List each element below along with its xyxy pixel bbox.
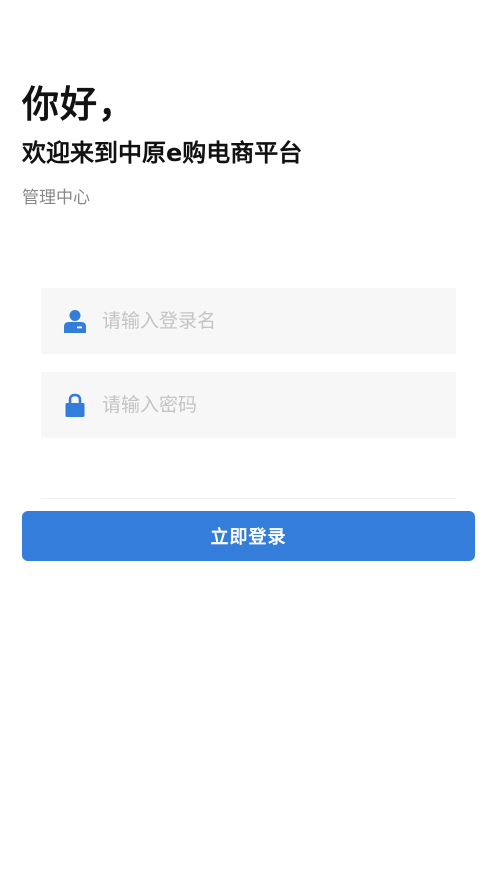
password-field[interactable] [41,372,456,438]
login-button[interactable]: 立即登录 [22,511,475,561]
subtitle: 管理中心 [22,188,90,208]
lock-icon [63,392,87,418]
divider [41,498,456,499]
welcome-title: 欢迎来到中原e购电商平台 [22,139,303,167]
username-field[interactable] [41,288,456,354]
user-icon [63,308,87,334]
password-input[interactable] [102,385,422,425]
username-input[interactable] [102,301,422,341]
login-page: 你好， 欢迎来到中原e购电商平台 管理中心 立即登录 [0,0,497,883]
greeting-title: 你好， [22,83,136,126]
